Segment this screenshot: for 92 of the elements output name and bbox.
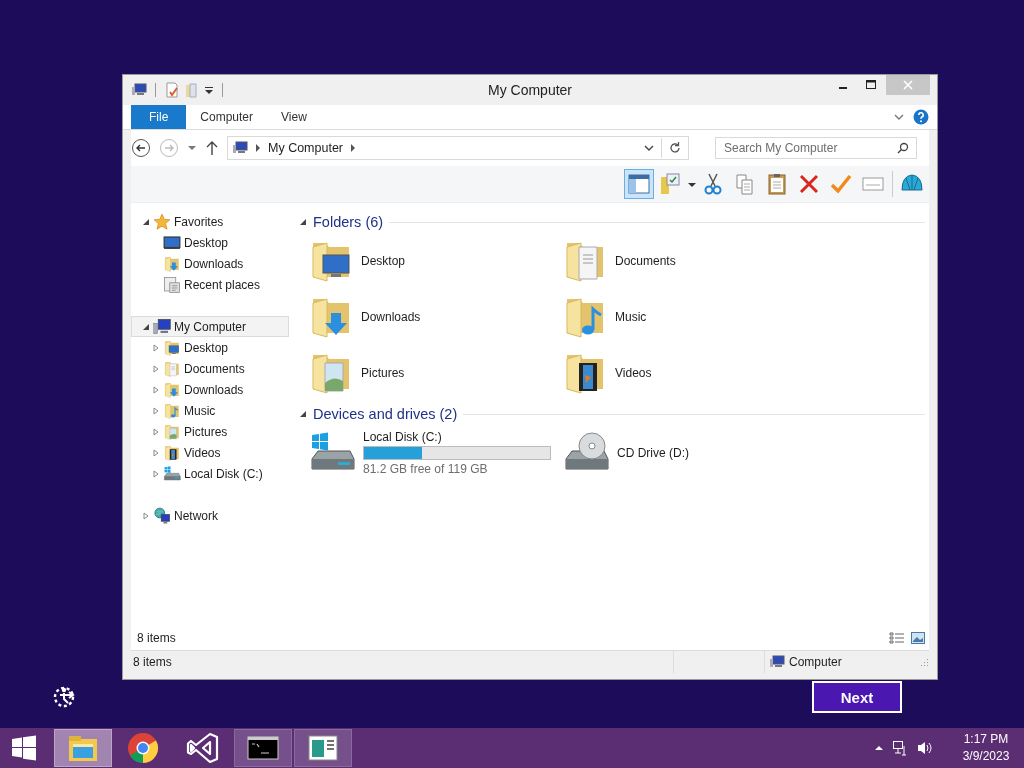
delete-icon [797,172,821,196]
visual-studio-icon [186,731,220,765]
free-space-text: 81.2 GB free of 119 GB [363,462,489,476]
properties-icon[interactable] [164,82,180,98]
folder-item[interactable]: Desktop [307,237,561,285]
clock[interactable]: 1:17 PM 3/9/2023 [956,731,1016,765]
address-path[interactable]: My Computer [268,141,344,155]
browser-icon [126,731,160,765]
nav-item[interactable]: Favorites [131,211,289,232]
computer-icon [131,82,147,98]
collapse-icon[interactable] [299,410,307,418]
nav-item[interactable]: Pictures [131,421,289,442]
show-hidden-icons-icon[interactable] [874,743,884,753]
folder-icon [163,380,181,399]
folder-item[interactable]: Downloads [307,293,561,341]
resize-grip-icon[interactable] [919,657,929,667]
folder-icon [163,254,181,273]
recent-places-icon [163,275,181,294]
drive-name: Local Disk (C:) [363,430,443,444]
ribbon-tab[interactable]: Computer [186,105,268,129]
expand-arrow-icon[interactable] [152,343,160,352]
nav-item[interactable]: Downloads [131,253,289,274]
volume-icon[interactable] [916,740,934,756]
drive-icon [163,464,181,483]
folder-item[interactable]: Pictures [307,349,561,397]
paste-icon [765,172,789,196]
nav-item[interactable]: Network [131,505,289,526]
folder-options-icon [659,172,683,196]
expand-arrow-icon[interactable] [142,511,150,520]
network-icon [153,506,171,525]
search-icon [897,142,909,154]
next-button[interactable]: Next [812,681,902,713]
folder-icon [163,443,181,462]
dropdown-icon[interactable] [643,143,655,153]
expand-arrow-icon[interactable] [152,406,160,415]
collapse-arrow-icon[interactable] [142,322,150,331]
group-heading: Devices and drives (2) [313,406,458,422]
start-button[interactable] [10,734,38,762]
expand-ribbon-icon[interactable] [893,112,905,122]
preview-pane-icon [627,172,651,196]
window-title: My Computer [488,82,572,98]
collapse-arrow-icon[interactable] [142,217,150,226]
computer-icon [769,654,785,670]
expand-arrow-icon[interactable] [152,448,160,457]
expand-arrow-icon[interactable] [152,364,160,373]
details-view-icon[interactable] [889,632,905,644]
nav-item[interactable]: Documents [131,358,289,379]
nav-item[interactable]: Music [131,400,289,421]
group-heading: Folders (6) [313,214,384,230]
chevron-icon [349,144,358,152]
large-icons-view-icon[interactable] [911,632,925,644]
recent-locations-icon[interactable] [187,143,197,153]
nav-item[interactable]: Downloads [131,379,289,400]
drive-name: CD Drive (D:) [617,446,689,460]
folder-icon [163,422,181,441]
folder-item[interactable]: Documents [561,237,815,285]
folder-item[interactable]: Videos [561,349,815,397]
terminal-button[interactable] [234,729,292,767]
nav-item[interactable]: Videos [131,442,289,463]
refresh-icon[interactable] [668,141,682,155]
folder-icon [163,338,181,357]
computer-icon [232,140,248,156]
item-count: 8 items [137,631,176,645]
drive-item[interactable]: Local Disk (C:) 81.2 GB free of 119 GB [307,429,561,477]
status-text: 8 items [131,651,674,673]
drive-item[interactable]: CD Drive (D:) [561,429,815,477]
checkmark-icon [829,172,853,196]
help-icon[interactable] [913,109,929,125]
ribbon-tab[interactable]: File [131,105,187,129]
nav-item[interactable]: Desktop [131,337,289,358]
expand-arrow-icon[interactable] [152,385,160,394]
chevron-icon [254,144,262,152]
collapse-icon[interactable] [299,218,307,226]
nav-item[interactable]: My Computer [131,316,289,337]
status-location: Computer [789,655,842,669]
nav-item[interactable]: Recent places [131,274,289,295]
address-bar[interactable]: My Computer [227,136,689,160]
preview-pane-button[interactable] [624,169,654,199]
back-button[interactable] [131,138,151,158]
folder-icon [163,401,181,420]
folder-icon [163,359,181,378]
folder-item[interactable]: Music [561,293,815,341]
nav-item[interactable]: Desktop [131,232,289,253]
network-icon[interactable] [892,740,908,756]
nav-item[interactable]: Local Disk (C:) [131,463,289,484]
search-field[interactable]: Search My Computer [715,137,917,159]
up-button[interactable] [205,140,219,156]
expand-arrow-icon[interactable] [152,469,160,478]
ribbon-tab[interactable]: View [267,105,321,129]
computer-icon [153,317,171,336]
expand-arrow-icon[interactable] [152,427,160,436]
app-window-button[interactable] [294,729,352,767]
